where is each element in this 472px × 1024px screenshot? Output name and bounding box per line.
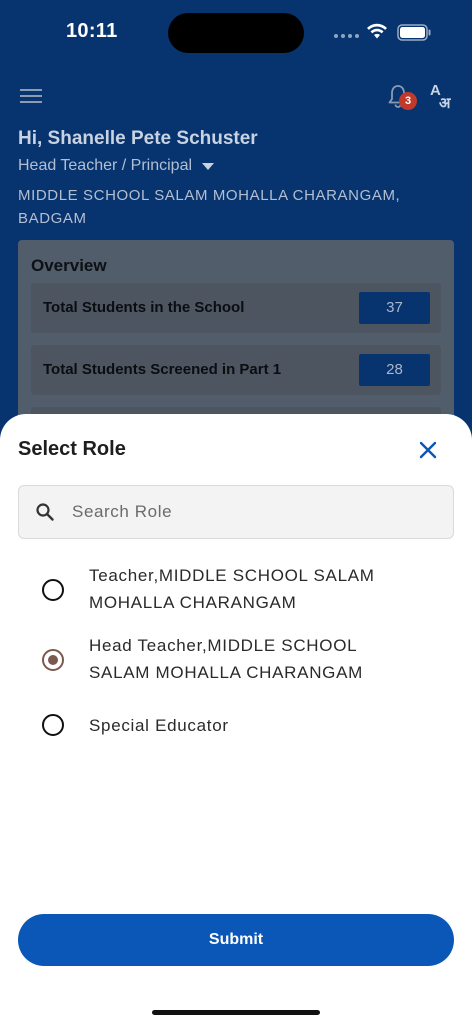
sheet-title: Select Role (18, 438, 126, 460)
radio-button[interactable] (42, 579, 64, 601)
overview-row-label: Total Students in the School (43, 299, 245, 316)
overview-row-label: Total Students Screened in Part 1 (43, 361, 282, 378)
role-option-special-educator[interactable]: Special Educator (18, 712, 454, 740)
role-label: Head Teacher / Principal (18, 157, 193, 174)
battery-icon (397, 24, 431, 41)
role-option-label: Teacher,MIDDLE SCHOOL SALAM MOHALLA CHAR… (89, 566, 375, 612)
home-indicator (152, 1010, 320, 1015)
role-option-label: Special Educator (89, 716, 229, 735)
status-bar: 10:11 (0, 0, 472, 62)
status-time: 10:11 (66, 20, 118, 42)
submit-button[interactable]: Submit (18, 914, 454, 966)
select-role-sheet: Select Role Teacher,MIDDLE SCHOOL SALAM … (0, 414, 472, 1024)
role-option-teacher[interactable]: Teacher,MIDDLE SCHOOL SALAM MOHALLA CHAR… (18, 562, 454, 618)
overview-row[interactable]: Total Students Screened in Part 1 28 (31, 345, 441, 395)
menu-icon[interactable] (20, 88, 42, 104)
search-input[interactable] (72, 486, 442, 538)
overview-row[interactable]: Total Students in the School 37 (31, 283, 441, 333)
search-icon (36, 503, 54, 521)
overview-row-value: 37 (359, 292, 430, 324)
role-dropdown[interactable]: Head Teacher / Principal (18, 157, 215, 175)
radio-button-selected[interactable] (42, 649, 64, 671)
caret-down-icon (202, 162, 215, 170)
dynamic-island (168, 13, 304, 53)
school-name: MIDDLE SCHOOL SALAM MOHALLA CHARANGAM, B… (18, 187, 401, 227)
role-option-head-teacher[interactable]: Head Teacher,MIDDLE SCHOOL SALAM MOHALLA… (18, 632, 454, 688)
overview-title: Overview (31, 256, 107, 275)
role-option-label: Head Teacher,MIDDLE SCHOOL SALAM MOHALLA… (89, 636, 363, 682)
greeting-text: Hi, Shanelle Pete Schuster (18, 128, 258, 149)
notification-badge: 3 (399, 92, 417, 110)
wifi-icon (367, 23, 387, 39)
signal-icon (334, 34, 359, 38)
search-field[interactable] (18, 485, 454, 539)
translate-icon[interactable]: A अ (430, 83, 454, 111)
radio-button[interactable] (42, 714, 64, 736)
close-icon (419, 441, 437, 459)
overview-row-value: 28 (359, 354, 430, 386)
close-button[interactable] (414, 436, 442, 464)
